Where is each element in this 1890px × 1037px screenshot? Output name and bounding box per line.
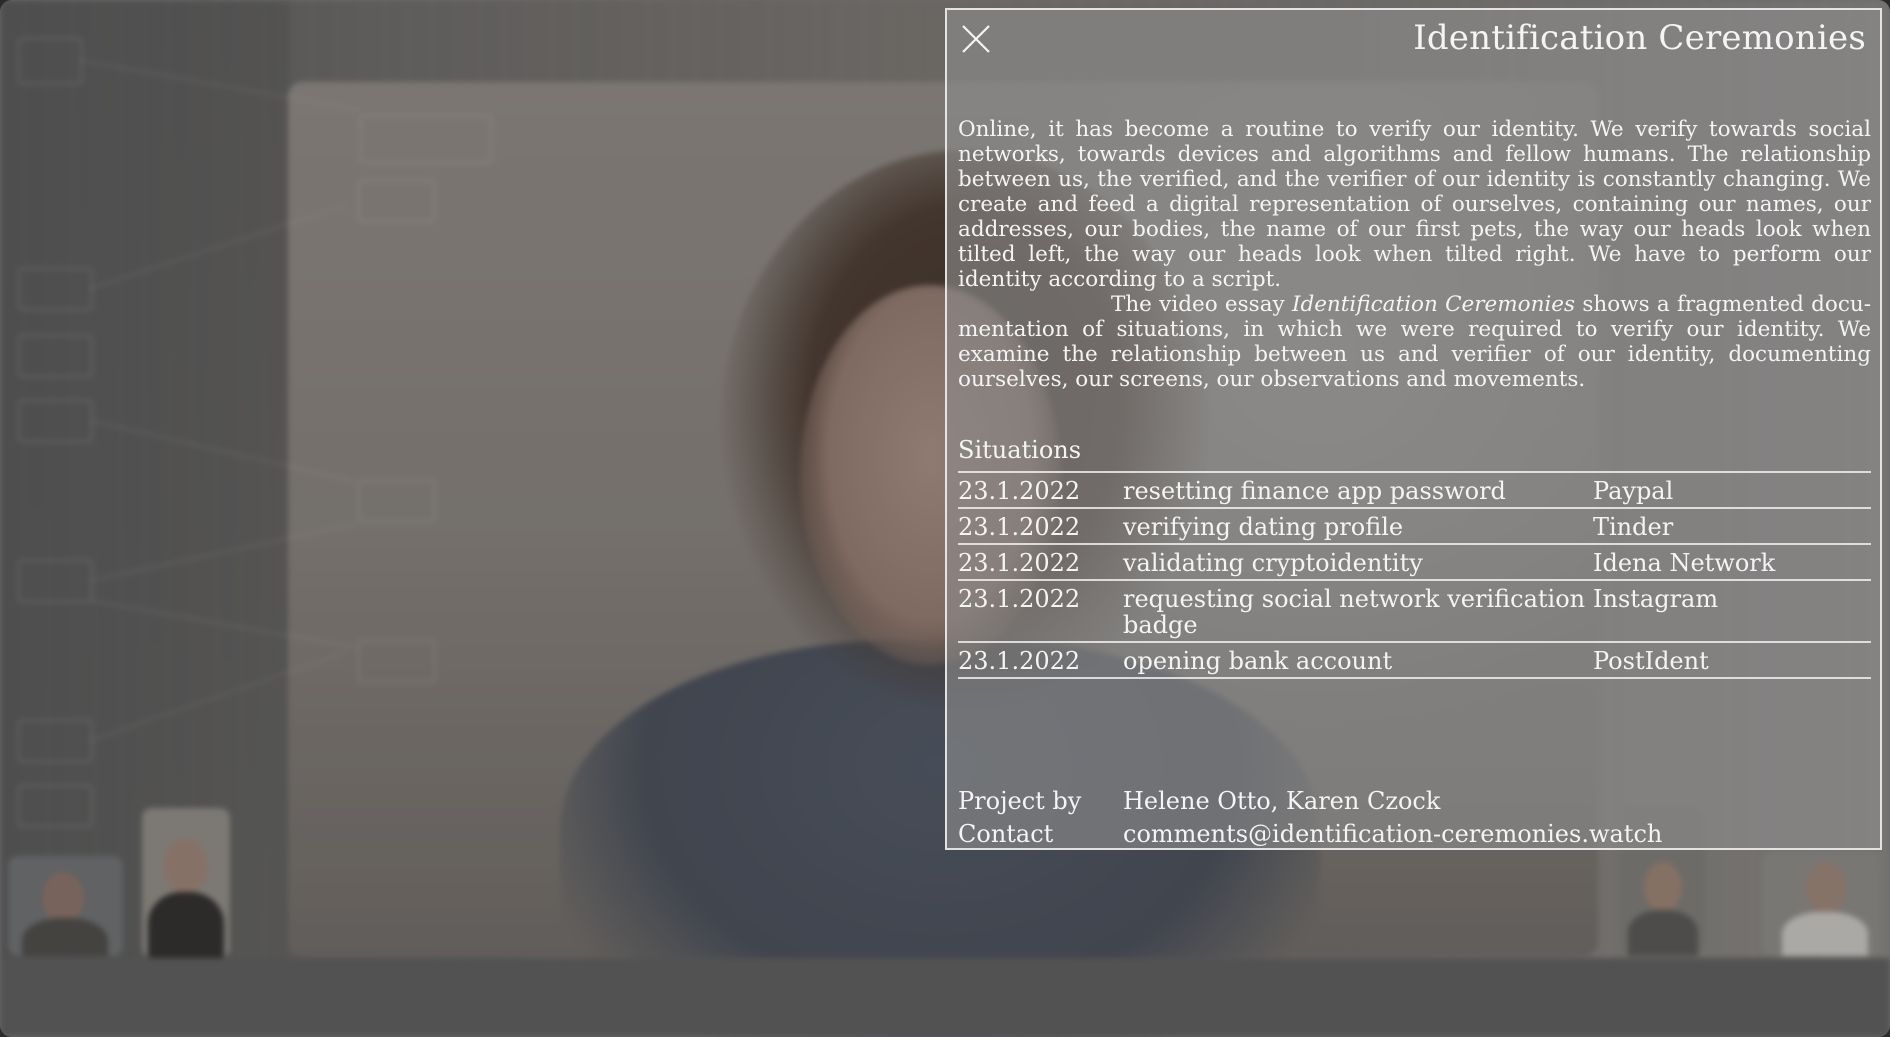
- credits-project-row: Project by Helene Otto, Karen Czock: [958, 785, 1662, 818]
- situation-activity: verifying dating profile: [1123, 513, 1404, 541]
- situation-activity: requesting social network verification b…: [1123, 585, 1586, 639]
- table-row: 23.1.2022 resetting finance app password…: [958, 472, 1871, 508]
- intro-paragraph-2: The video essay Identification Ceremonie…: [958, 292, 1871, 392]
- intro-text: Online, it has become a routine to verif…: [958, 117, 1871, 392]
- credits-contact-row: Contact comments@identification-ceremoni…: [958, 818, 1662, 851]
- situation-date: 23.1.2022: [958, 477, 1081, 505]
- intro-essay-title: Identification Ceremonies: [1291, 292, 1576, 317]
- situations-table: 23.1.2022 resetting finance app password…: [958, 471, 1871, 679]
- situation-activity: resetting finance app password: [1123, 477, 1506, 505]
- intro-paragraph-1: Online, it has become a routine to verif…: [958, 117, 1871, 292]
- situation-date: 23.1.2022: [958, 585, 1081, 613]
- table-row: 23.1.2022 opening bank account PostIdent: [958, 642, 1871, 678]
- contact-label: Contact: [958, 820, 1054, 848]
- info-panel: Identification Ceremonies Online, it has…: [945, 8, 1882, 850]
- close-button[interactable]: [959, 22, 993, 56]
- project-authors: Helene Otto, Karen Czock: [1123, 787, 1441, 815]
- situation-platform: Paypal: [1593, 477, 1674, 505]
- credits: Project by Helene Otto, Karen Czock Cont…: [958, 785, 1662, 851]
- situation-activity: opening bank account: [1123, 647, 1393, 675]
- situations-heading: Situations: [958, 436, 1082, 464]
- intro-paragraph-2-start: The video essay: [1111, 292, 1292, 317]
- contact-email-link[interactable]: comments@identification-ceremonies.watch: [1123, 818, 1662, 851]
- situation-date: 23.1.2022: [958, 549, 1081, 577]
- situation-platform: PostIdent: [1593, 647, 1709, 675]
- situation-platform: Tinder: [1593, 513, 1674, 541]
- situation-platform: Instagram: [1593, 585, 1719, 613]
- situation-date: 23.1.2022: [958, 647, 1081, 675]
- table-row: 23.1.2022 validating cryptoidentity Iden…: [958, 544, 1871, 580]
- table-row: 23.1.2022 requesting social network veri…: [958, 580, 1871, 642]
- situation-date: 23.1.2022: [958, 513, 1081, 541]
- close-icon: [962, 25, 990, 53]
- app-window: Identification Ceremonies Online, it has…: [0, 0, 1890, 1037]
- panel-title: Identification Ceremonies: [1413, 18, 1866, 58]
- table-row: 23.1.2022 verifying dating profile Tinde…: [958, 508, 1871, 544]
- situation-platform: Idena Network: [1593, 549, 1776, 577]
- project-label: Project by: [958, 787, 1082, 815]
- situation-activity: validating cryptoidentity: [1123, 549, 1423, 577]
